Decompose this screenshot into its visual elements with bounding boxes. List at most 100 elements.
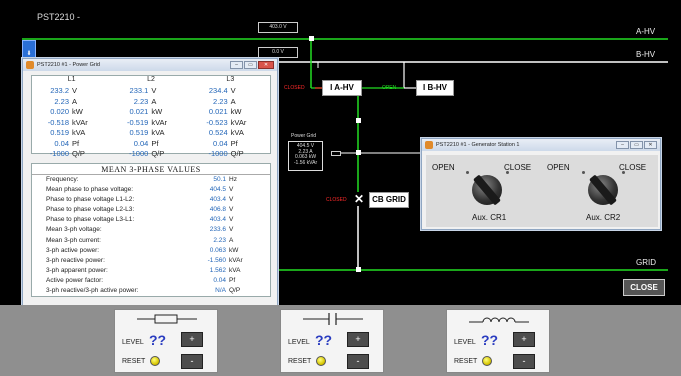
- breaker-cbgrid-button[interactable]: CB GRID: [369, 192, 409, 208]
- level-value: ??: [315, 332, 333, 348]
- level-label: LEVEL: [288, 339, 310, 346]
- phase-unit: V: [72, 86, 78, 95]
- mean-unit: kVAr: [229, 256, 243, 264]
- reset-button[interactable]: [150, 356, 160, 366]
- capacitor-icon: [303, 313, 363, 325]
- phase-value: 0.524: [208, 128, 228, 137]
- mean-unit: Q/P: [229, 287, 241, 295]
- mean-label: Frequency:: [46, 176, 79, 183]
- inductor-control: LEVEL ?? RESET + -: [446, 309, 550, 373]
- phase-values-table: L1 L2 L3 233.2 V 233.1 V 234.4 V 2.23 A 2.23 A 2.2…: [31, 75, 271, 158]
- bus-label-grid: GRID: [636, 258, 656, 267]
- phase-row: -0.518 kVAr -0.519 kVAr -0.523 kVAr: [32, 118, 270, 129]
- breaker-state-ibhv: OPEN: [382, 85, 397, 91]
- phase-unit: A: [230, 96, 236, 106]
- phase-value: 0.020: [50, 107, 69, 116]
- mean-label: Mean 3-ph current:: [46, 236, 101, 244]
- reset-label: RESET: [454, 358, 478, 365]
- phase-value: 0.021: [208, 107, 228, 116]
- mean-unit: V: [229, 206, 234, 214]
- level-minus-button[interactable]: -: [347, 354, 369, 369]
- maximize-button[interactable]: ▭: [630, 141, 643, 149]
- window-titlebar[interactable]: PST2210 #1 - Power Grid – ▭ ✕: [23, 59, 277, 71]
- window-titlebar[interactable]: PST2210 #1 - Generator Station 1 – ▭ ✕: [422, 139, 660, 151]
- reset-label: RESET: [122, 358, 146, 365]
- mean-value-row: Mean phase to phase voltage: 404.5 V: [32, 185, 270, 195]
- phase-unit: Q/P: [151, 149, 165, 158]
- mean-unit: V: [229, 216, 234, 224]
- col-header-l3: L3: [226, 76, 235, 83]
- mean-value: 404.5: [209, 186, 226, 194]
- phase-value: 0.519: [129, 128, 149, 137]
- node-marker: [356, 118, 361, 123]
- app-icon: [26, 61, 34, 69]
- phase-unit: kW: [72, 107, 83, 116]
- phase-unit: Pf: [72, 138, 80, 148]
- aux-cr1-knob[interactable]: [472, 174, 502, 206]
- phase-unit: kVAr: [151, 117, 168, 127]
- pg-line: -1.56 kVAr: [293, 159, 318, 166]
- mean-value: 406.8: [209, 206, 226, 214]
- mean-value: 50.1: [213, 176, 226, 183]
- level-value: ??: [481, 332, 499, 348]
- capacitor-control: LEVEL ?? RESET + -: [280, 309, 384, 373]
- mean-value-row: Active power factor: 0.04 Pf: [32, 276, 270, 286]
- close-window-button[interactable]: ✕: [644, 141, 657, 149]
- mean-values-panel: MEAN 3-PHASE VALUES Frequency: 50.1 Hz Mean…: [31, 163, 271, 297]
- mean-label: Mean 3-ph voltage:: [46, 226, 102, 234]
- mean-label: 3-ph active power:: [46, 246, 100, 254]
- minimize-button[interactable]: –: [230, 61, 243, 69]
- mean-value: N/A: [215, 287, 226, 295]
- level-plus-button[interactable]: +: [347, 332, 369, 347]
- phase-header: L1 L2 L3: [32, 76, 270, 86]
- maximize-button[interactable]: ▭: [244, 61, 257, 69]
- reset-button[interactable]: [316, 356, 326, 366]
- minimize-button[interactable]: –: [616, 141, 629, 149]
- resistor-control: LEVEL ?? RESET + -: [114, 309, 218, 373]
- power-grid-box[interactable]: 404.5 V 2.23 A 0.063 kW -1.56 kVAr: [288, 141, 323, 171]
- phase-row: -1000 Q/P -1000 Q/P -1000 Q/P: [32, 149, 270, 160]
- mean-value-row: Phase to phase voltage L3-L1: 403.4 V: [32, 215, 270, 225]
- phase-unit: Pf: [151, 138, 159, 148]
- node-marker: [356, 267, 361, 272]
- mean-value-row: 3-ph reactive power: -1.560 kVAr: [32, 256, 270, 266]
- mean-value-row: 3-ph reactive/3-ph active power: N/A Q/P: [32, 286, 270, 296]
- meter-switch[interactable]: [331, 151, 341, 156]
- breaker-ibhv-button[interactable]: I B-HV: [416, 80, 454, 96]
- phase-unit: Pf: [230, 138, 238, 148]
- window-tab-icon[interactable]: ⬇: [22, 40, 36, 58]
- level-minus-button[interactable]: -: [513, 354, 535, 369]
- phase-unit: kVAr: [230, 117, 247, 127]
- reset-button[interactable]: [482, 356, 492, 366]
- mean-label: Mean phase to phase voltage:: [46, 186, 134, 194]
- mean-label: 3-ph apparent power:: [46, 266, 108, 274]
- mean-value: 2.23: [213, 236, 226, 244]
- window-title: PST2210 #1 - Power Grid: [37, 62, 100, 68]
- phase-row: 0.519 kVA 0.519 kVA 0.524 kVA: [32, 128, 270, 139]
- bus-label-ahv: A-HV: [636, 27, 656, 36]
- mean-label: Phase to phase voltage L1-L2:: [46, 196, 135, 204]
- phase-value: -1000: [129, 149, 149, 158]
- phase-value: 2.23: [133, 96, 149, 106]
- phase-row: 0.04 Pf 0.04 Pf 0.04 Pf: [32, 139, 270, 150]
- node-marker: [356, 150, 361, 155]
- mean-unit: V: [229, 196, 234, 204]
- level-minus-button[interactable]: -: [181, 354, 203, 369]
- node-marker: [309, 36, 314, 41]
- phase-unit: kW: [230, 107, 242, 116]
- mean-value-row: Phase to phase voltage L1-L2: 403.4 V: [32, 195, 270, 205]
- level-plus-button[interactable]: +: [181, 332, 203, 347]
- phase-unit: Q/P: [72, 149, 85, 158]
- close-window-button[interactable]: ✕: [258, 61, 274, 69]
- open-label-2: OPEN: [547, 163, 570, 172]
- mean-value: 233.6: [209, 226, 226, 234]
- generator-station-window: PST2210 #1 - Generator Station 1 – ▭ ✕ O…: [421, 138, 661, 230]
- close-button[interactable]: CLOSE: [623, 279, 665, 296]
- level-plus-button[interactable]: +: [513, 332, 535, 347]
- app-title: PST2210 -: [37, 12, 81, 22]
- mean-value-row: Mean 3-ph current: 2.23 A: [32, 236, 270, 246]
- aux-cr2-knob[interactable]: [588, 174, 618, 206]
- mean-label: 3-ph reactive/3-ph active power:: [46, 287, 139, 295]
- mean-unit: A: [229, 236, 234, 244]
- mean-unit: kVA: [229, 266, 241, 274]
